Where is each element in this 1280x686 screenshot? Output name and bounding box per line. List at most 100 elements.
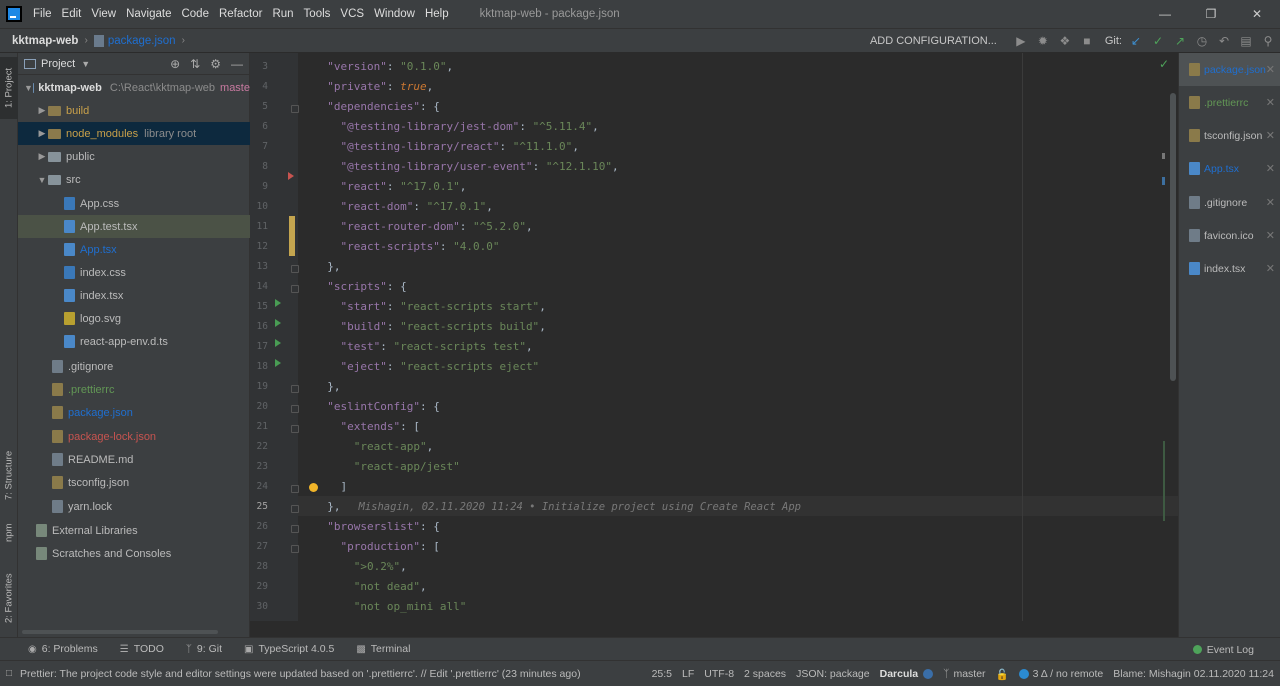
- menu-help[interactable]: Help: [420, 8, 454, 20]
- search-everywhere-icon[interactable]: ⚲: [1260, 33, 1276, 49]
- menu-edit[interactable]: Edit: [57, 8, 87, 20]
- git-branch-widget[interactable]: ᛉ master: [943, 668, 985, 680]
- close-tab-icon[interactable]: ✕: [1266, 229, 1275, 242]
- tree-scratches[interactable]: Scratches and Consoles: [18, 542, 250, 565]
- tree-item-app-css[interactable]: App.css: [18, 192, 250, 215]
- status-message[interactable]: Prettier: The project code style and edi…: [20, 668, 581, 680]
- tree-item-logo-svg[interactable]: logo.svg: [18, 307, 250, 330]
- coverage-icon[interactable]: ❖: [1057, 33, 1073, 49]
- remote-status[interactable]: 3 Δ / no remote: [1018, 668, 1103, 680]
- vcs-change-marker[interactable]: [289, 216, 295, 256]
- git-commit-icon[interactable]: ✓: [1150, 33, 1166, 49]
- layout-icon[interactable]: ▤: [1238, 33, 1254, 49]
- typescript-tool-button[interactable]: ▣ TypeScript 4.0.5: [244, 643, 334, 655]
- terminal-tool-button[interactable]: ▩ Terminal: [356, 643, 410, 655]
- tree-item-node-modules[interactable]: ▶ node_modules library root: [18, 122, 250, 145]
- breakpoint-arrow-icon[interactable]: [288, 172, 294, 180]
- stop-icon[interactable]: ■: [1079, 33, 1095, 49]
- fold-marker-icon[interactable]: [291, 545, 299, 553]
- npm-tool-tab[interactable]: npm: [0, 515, 18, 551]
- history-icon[interactable]: ◷: [1194, 33, 1210, 49]
- git-push-icon[interactable]: ↗: [1172, 33, 1188, 49]
- git-update-icon[interactable]: ↙: [1128, 33, 1144, 49]
- editor-tab-package-json[interactable]: package.json ✕: [1179, 53, 1280, 86]
- todo-tool-button[interactable]: ☰ TODO: [120, 643, 164, 655]
- menu-code[interactable]: Code: [176, 8, 214, 20]
- json-schema[interactable]: JSON: package: [796, 668, 870, 680]
- close-tab-icon[interactable]: ✕: [1266, 63, 1275, 76]
- file-encoding[interactable]: UTF-8: [704, 668, 734, 680]
- tree-item-src[interactable]: ▼ src: [18, 168, 250, 191]
- breadcrumb-project[interactable]: kktmap-web: [12, 35, 78, 47]
- menu-refactor[interactable]: Refactor: [214, 8, 267, 20]
- tree-item-index-tsx[interactable]: index.tsx: [18, 284, 250, 307]
- close-tab-icon[interactable]: ✕: [1266, 196, 1275, 209]
- close-tab-icon[interactable]: ✕: [1266, 129, 1275, 142]
- tree-item-prettierrc[interactable]: .prettierrc: [18, 378, 250, 401]
- project-tool-tab[interactable]: 1: Project: [0, 57, 18, 119]
- editor-tab-gitignore[interactable]: .gitignore ✕: [1179, 186, 1280, 219]
- menu-tools[interactable]: Tools: [299, 8, 336, 20]
- favorites-tool-tab[interactable]: 2: Favorites: [0, 565, 18, 631]
- gear-icon[interactable]: ⚙: [210, 57, 221, 71]
- tree-root[interactable]: ▼ kktmap-web C:\React\kktmap-web maste: [18, 76, 250, 99]
- blame-status[interactable]: Blame: Mishagin 02.11.2020 11:24: [1113, 668, 1274, 680]
- fold-marker-icon[interactable]: [291, 285, 299, 293]
- hide-panel-icon[interactable]: —: [231, 57, 243, 71]
- debug-icon[interactable]: ✹: [1035, 33, 1051, 49]
- minimize-icon[interactable]: —: [1142, 0, 1188, 28]
- close-icon[interactable]: ✕: [1234, 0, 1280, 28]
- menu-navigate[interactable]: Navigate: [121, 8, 176, 20]
- tree-item-gitignore[interactable]: .gitignore: [18, 355, 250, 378]
- caret-position[interactable]: 25:5: [652, 668, 672, 680]
- lightbulb-icon[interactable]: [309, 483, 318, 492]
- lock-icon[interactable]: 🔓: [996, 668, 1009, 681]
- menu-file[interactable]: File: [28, 8, 57, 20]
- run-icon[interactable]: ▶: [1013, 33, 1029, 49]
- fold-marker-icon[interactable]: [291, 105, 299, 113]
- locate-icon[interactable]: ⊕: [170, 57, 180, 71]
- fold-marker-icon[interactable]: [291, 485, 299, 493]
- inspection-ok-icon[interactable]: ✓: [1159, 57, 1169, 71]
- menu-vcs[interactable]: VCS: [335, 8, 369, 20]
- horizontal-scrollbar[interactable]: [22, 630, 218, 634]
- tree-item-app-test-tsx[interactable]: App.test.tsx: [18, 215, 250, 238]
- collapse-all-icon[interactable]: ⇅: [190, 57, 200, 71]
- close-tab-icon[interactable]: ✕: [1266, 162, 1275, 175]
- editor-tab-app-tsx[interactable]: App.tsx ✕: [1179, 152, 1280, 185]
- fold-marker-icon[interactable]: [291, 265, 299, 273]
- project-view-selector[interactable]: Project: [41, 58, 75, 70]
- tree-item-public[interactable]: ▶ public: [18, 145, 250, 168]
- fold-marker-icon[interactable]: [291, 425, 299, 433]
- vertical-scrollbar[interactable]: [1170, 93, 1176, 381]
- add-configuration-button[interactable]: ADD CONFIGURATION...: [870, 35, 997, 47]
- tree-item-app-tsx[interactable]: App.tsx: [18, 238, 250, 261]
- fold-marker-icon[interactable]: [291, 405, 299, 413]
- inline-blame-annotation[interactable]: Mishagin, 02.11.2020 11:24 • Initialize …: [359, 501, 802, 513]
- run-script-icon[interactable]: [275, 339, 281, 347]
- tree-item-build[interactable]: ▶ build: [18, 99, 250, 122]
- run-script-icon[interactable]: [275, 359, 281, 367]
- tree-item-react-app-env[interactable]: react-app-env.d.ts: [18, 330, 250, 353]
- editor-tab-favicon[interactable]: favicon.ico ✕: [1179, 219, 1280, 252]
- close-tab-icon[interactable]: ✕: [1266, 96, 1275, 109]
- git-tool-button[interactable]: ᛉ 9: Git: [186, 643, 222, 655]
- fold-marker-icon[interactable]: [291, 385, 299, 393]
- editor-tab-prettierrc[interactable]: .prettierrc ✕: [1179, 86, 1280, 119]
- menu-run[interactable]: Run: [267, 8, 298, 20]
- tree-item-package-json[interactable]: package.json: [18, 401, 250, 424]
- breadcrumb-file[interactable]: package.json: [108, 35, 176, 47]
- tree-external-libraries[interactable]: External Libraries: [18, 519, 250, 542]
- tree-item-readme[interactable]: README.md: [18, 448, 250, 471]
- tree-item-index-css[interactable]: index.css: [18, 261, 250, 284]
- tool-windows-icon[interactable]: □: [6, 668, 12, 679]
- menu-window[interactable]: Window: [369, 8, 420, 20]
- line-separator[interactable]: LF: [682, 668, 694, 680]
- editor-tab-tsconfig[interactable]: tsconfig.json ✕: [1179, 119, 1280, 152]
- theme-switcher[interactable]: Darcula: [880, 668, 934, 680]
- chevron-down-icon[interactable]: ▼: [81, 59, 90, 69]
- run-script-icon[interactable]: [275, 299, 281, 307]
- close-tab-icon[interactable]: ✕: [1266, 262, 1275, 275]
- problems-tool-button[interactable]: ◉ 6: Problems: [28, 643, 98, 655]
- structure-tool-tab[interactable]: 7: Structure: [0, 443, 18, 507]
